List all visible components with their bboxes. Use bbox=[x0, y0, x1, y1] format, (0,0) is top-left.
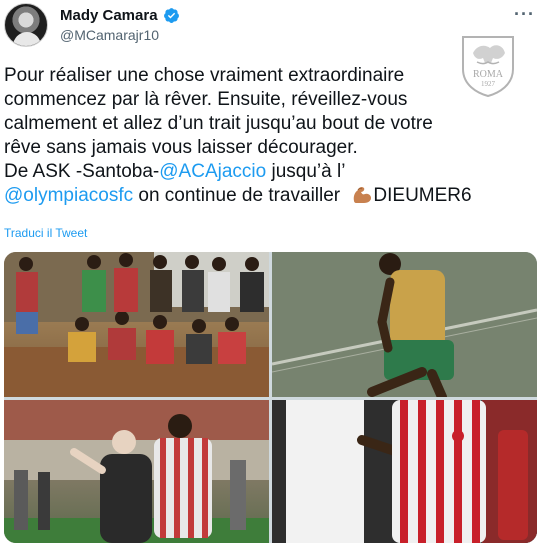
flexed-biceps-icon bbox=[354, 186, 372, 203]
tweet-text-segment: on continue de travailler bbox=[133, 185, 346, 206]
tweet-text-line: Pour réaliser une chose vraiment extraor… bbox=[4, 65, 405, 86]
photo-player-red-white-kit[interactable] bbox=[272, 400, 537, 543]
author-handle[interactable]: @MCamarajr10 bbox=[60, 27, 159, 43]
tweet-text-segment: De ASK -Santoba- bbox=[4, 161, 160, 182]
author-name[interactable]: Mady Camara bbox=[60, 7, 158, 24]
hashtag-text: DIEUMER6 bbox=[373, 185, 472, 206]
tweet-text-segment: jusqu’à l’ bbox=[266, 161, 346, 182]
verified-badge-icon bbox=[163, 8, 179, 23]
photo-team-group[interactable] bbox=[4, 252, 269, 397]
photo-player-training[interactable] bbox=[272, 252, 537, 397]
media-grid[interactable] bbox=[4, 252, 537, 543]
mention-link-olympiacosfc[interactable]: @olympiacosfc bbox=[4, 185, 133, 206]
tweet-text-line: calmement et allez d’un trait jusqu’au b… bbox=[4, 113, 433, 134]
tweet-text-line: commencez par là rêver. Ensuite, réveill… bbox=[4, 89, 408, 110]
tweet-text-line: @olympiacosfc on continue de travailler … bbox=[4, 184, 539, 208]
mention-link-acajaccio[interactable]: @ACAjaccio bbox=[159, 161, 266, 182]
photo-coach-and-player[interactable] bbox=[4, 400, 269, 543]
tweet-text-line: De ASK -Santoba-@ACAjaccio jusqu’à l’ bbox=[4, 160, 539, 184]
tweet-text-line: rêve sans jamais vous laisser décourager… bbox=[4, 137, 358, 158]
author-name-row: Mady Camara bbox=[60, 7, 180, 24]
translate-tweet-link[interactable]: Traduci il Tweet bbox=[4, 226, 87, 240]
avatar[interactable] bbox=[4, 3, 48, 47]
more-icon[interactable]: ··· bbox=[514, 4, 535, 25]
tweet-body: Pour réaliser une chose vraiment extraor… bbox=[4, 64, 539, 208]
